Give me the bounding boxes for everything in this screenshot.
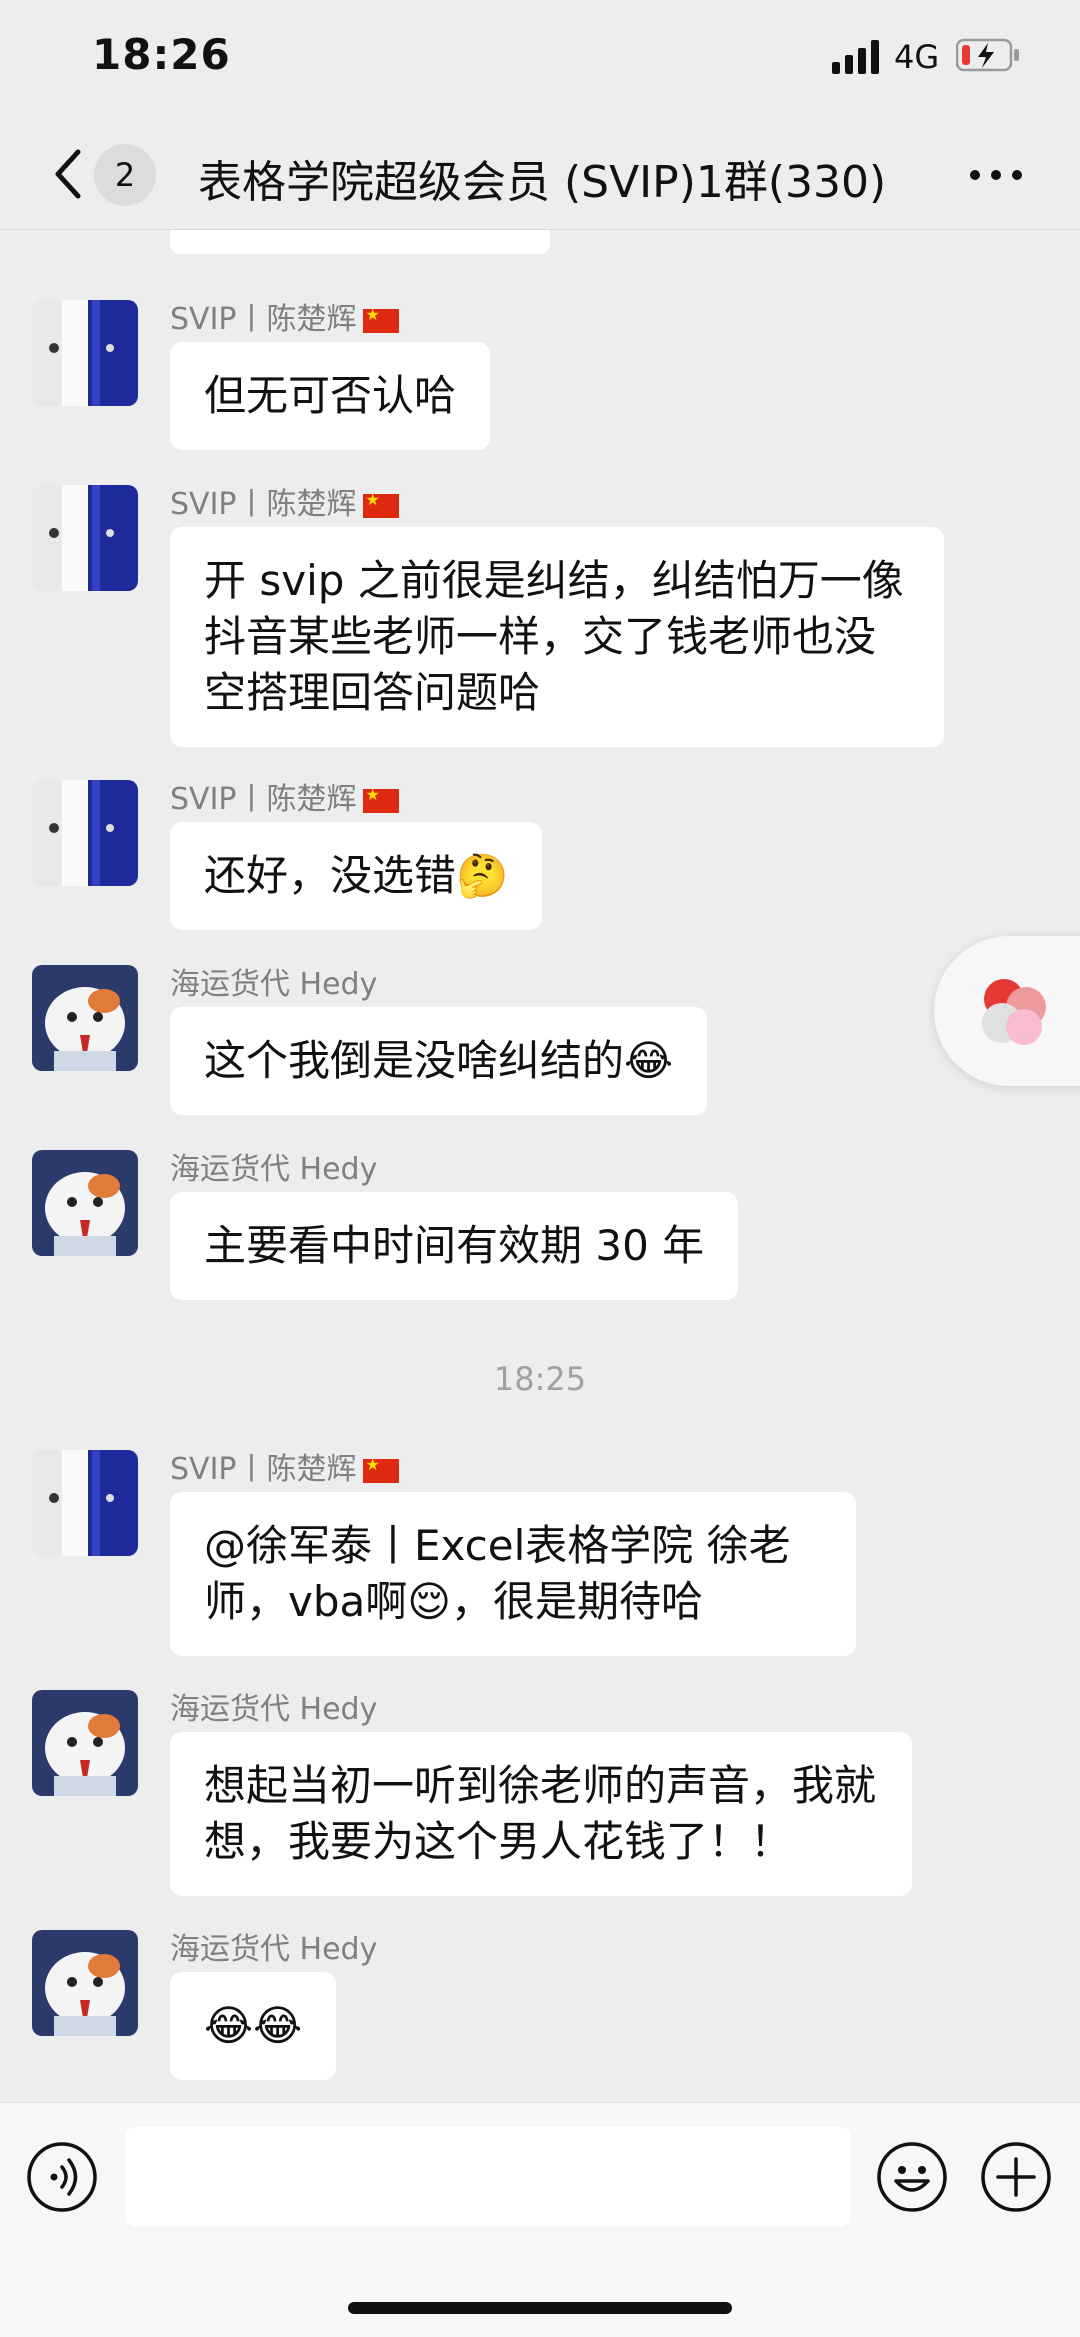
avatar-image-icon bbox=[32, 1690, 138, 1796]
sender-name: SVIP丨陈楚辉 bbox=[170, 294, 399, 338]
message-item: 海运货代 Hedy 想起当初一听到徐老师的声音，我就想，我要为这个男人花钱了！！ bbox=[32, 1690, 1032, 1896]
sender-name: 海运货代 Hedy bbox=[170, 1152, 378, 1187]
sender-name: 海运货代 Hedy bbox=[170, 967, 378, 1002]
china-flag-icon bbox=[362, 490, 399, 518]
china-flag-icon bbox=[362, 785, 399, 813]
message-bubble[interactable]: 😂😂 bbox=[170, 1972, 337, 2080]
status-time: 18:26 bbox=[92, 30, 231, 79]
plus-icon[interactable] bbox=[980, 2141, 1052, 2213]
avatar[interactable] bbox=[32, 1450, 138, 1556]
status-bar: 18:26 4G bbox=[0, 0, 1080, 118]
flower-logo-icon bbox=[982, 979, 1046, 1045]
chat-header: 2 表格学院超级会员 (SVIP)1群(330) bbox=[0, 118, 1080, 230]
message-item: SVIP丨陈楚辉 开 svip 之前很是纠结，纠结怕万一像抖音某些老师一样，交了… bbox=[32, 485, 1032, 747]
avatar[interactable] bbox=[32, 1930, 138, 2036]
message-bubble[interactable]: @徐军泰丨Excel表格学院 徐老师，vba啊😌，很是期待哈 bbox=[170, 1492, 856, 1656]
message-item: SVIP丨陈楚辉 还好，没选错🤔 bbox=[32, 780, 1032, 930]
avatar-image-icon bbox=[32, 965, 138, 1071]
voice-icon[interactable] bbox=[26, 2141, 98, 2213]
message-bubble[interactable]: 但无可否认哈 bbox=[170, 342, 491, 450]
sender-name: 海运货代 Hedy bbox=[170, 1932, 378, 1967]
message-input[interactable] bbox=[126, 2127, 850, 2227]
avatar-image-icon bbox=[32, 1150, 138, 1256]
message-bubble[interactable]: 想起当初一听到徐老师的声音，我就想，我要为这个男人花钱了！！ bbox=[170, 1732, 912, 1896]
message-bubble[interactable]: 这个我倒是没啥纠结的😂 bbox=[170, 1007, 708, 1115]
message-item: SVIP丨陈楚辉 @徐军泰丨Excel表格学院 徐老师，vba啊😌，很是期待哈 bbox=[32, 1450, 1032, 1656]
message-item: 海运货代 Hedy 这个我倒是没啥纠结的😂 bbox=[32, 965, 1032, 1115]
china-flag-icon bbox=[362, 1455, 399, 1483]
message-item: 海运货代 Hedy 主要看中时间有效期 30 年 bbox=[32, 1150, 1032, 1300]
china-flag-icon bbox=[362, 305, 399, 333]
avatar[interactable] bbox=[32, 300, 138, 406]
time-separator: 18:25 bbox=[493, 1360, 587, 1398]
more-icon[interactable] bbox=[968, 168, 1024, 182]
avatar-image-icon bbox=[32, 780, 138, 886]
avatar-image-icon bbox=[32, 1450, 138, 1556]
battery-icon bbox=[956, 38, 1019, 72]
avatar[interactable] bbox=[32, 965, 138, 1071]
unread-count-badge[interactable]: 2 bbox=[94, 144, 156, 206]
signal-icon bbox=[832, 40, 879, 74]
message-bubble[interactable]: 开 svip 之前很是纠结，纠结怕万一像抖音某些老师一样，交了钱老师也没空搭理回… bbox=[170, 527, 944, 747]
message-item: SVIP丨陈楚辉 但无可否认哈 bbox=[32, 300, 1032, 450]
avatar[interactable] bbox=[32, 1150, 138, 1256]
floating-window-button[interactable] bbox=[934, 936, 1080, 1086]
message-bubble[interactable]: 还好，没选错🤔 bbox=[170, 822, 543, 930]
message-item: 海运货代 Hedy 😂😂 bbox=[32, 1930, 1032, 2080]
chat-title: 表格学院超级会员 (SVIP)1群(330) bbox=[198, 157, 887, 208]
avatar-image-icon bbox=[32, 300, 138, 406]
network-type: 4G bbox=[894, 38, 940, 76]
message-bubble[interactable]: 主要看中时间有效期 30 年 bbox=[170, 1192, 739, 1300]
home-indicator bbox=[348, 2302, 732, 2314]
back-arrow-icon[interactable] bbox=[48, 144, 88, 204]
emoji-icon[interactable] bbox=[876, 2141, 948, 2213]
avatar[interactable] bbox=[32, 780, 138, 886]
sender-name: 海运货代 Hedy bbox=[170, 1692, 378, 1727]
previous-message-bubble[interactable] bbox=[170, 230, 550, 254]
avatar-image-icon bbox=[32, 485, 138, 591]
avatar[interactable] bbox=[32, 485, 138, 591]
message-list: SVIP丨陈楚辉 但无可否认哈 SVIP丨陈楚辉 开 svip 之前很是纠结，纠… bbox=[0, 230, 1080, 2100]
avatar-image-icon bbox=[32, 1930, 138, 2036]
sender-name: SVIP丨陈楚辉 bbox=[170, 774, 399, 818]
sender-name: SVIP丨陈楚辉 bbox=[170, 479, 399, 523]
avatar[interactable] bbox=[32, 1690, 138, 1796]
sender-name: SVIP丨陈楚辉 bbox=[170, 1444, 399, 1488]
